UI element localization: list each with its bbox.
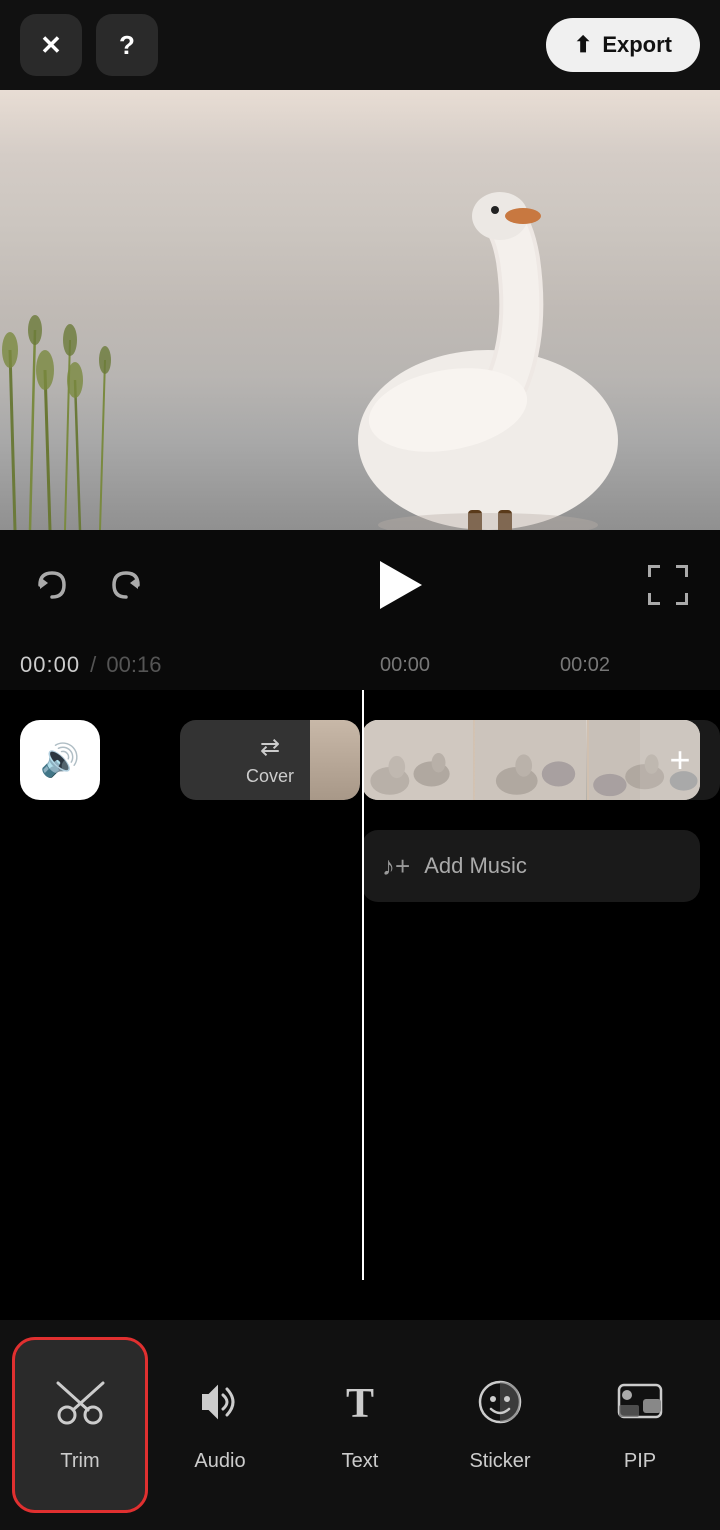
controls-area	[0, 530, 720, 640]
redo-icon	[104, 563, 148, 607]
swan-svg	[328, 180, 648, 530]
undo-redo-group	[30, 563, 148, 607]
toolbar-trim-button[interactable]: Trim	[15, 1340, 145, 1510]
sticker-icon	[475, 1377, 525, 1438]
fullscreen-button[interactable]	[646, 563, 690, 607]
top-bar: ✕ ? ⬆ Export	[0, 0, 720, 90]
fullscreen-icon	[648, 565, 688, 605]
export-label: Export	[602, 32, 672, 58]
marker-0: 00:00	[360, 654, 450, 677]
redo-button[interactable]	[104, 563, 148, 607]
time-bar: 00:00 / 00:16 00:00 00:02	[0, 640, 720, 690]
undo-icon	[30, 563, 74, 607]
strip-frame-1	[362, 720, 473, 800]
add-music-button[interactable]: ♪+ Add Music	[362, 830, 700, 902]
cover-label: Cover	[246, 766, 294, 787]
swan-scene	[0, 90, 720, 530]
pip-icon	[615, 1377, 665, 1438]
timeline-area: 🔊 ⇄ Cover	[0, 690, 720, 1280]
close-button[interactable]: ✕	[20, 14, 82, 76]
undo-button[interactable]	[30, 563, 74, 607]
svg-text:T: T	[346, 1381, 374, 1427]
trim-label: Trim	[60, 1450, 99, 1473]
toolbar-sticker-button[interactable]: Sticker	[435, 1340, 565, 1510]
trim-icon	[55, 1377, 105, 1438]
help-button[interactable]: ?	[96, 14, 158, 76]
sticker-label: Sticker	[469, 1450, 530, 1473]
text-label: Text	[342, 1450, 379, 1473]
top-bar-left: ✕ ?	[20, 14, 158, 76]
add-music-label: Add Music	[424, 853, 527, 879]
audio-icon	[195, 1377, 245, 1438]
time-divider: /	[84, 652, 102, 678]
play-button[interactable]	[362, 550, 432, 620]
text-icon: T	[335, 1377, 385, 1438]
cover-thumbnail	[310, 720, 360, 800]
bottom-toolbar: Trim Audio T Text	[0, 1320, 720, 1530]
pip-label: PIP	[624, 1450, 656, 1473]
current-time: 00:00	[20, 652, 80, 678]
reeds-decoration	[0, 270, 130, 530]
marker-2: 00:02	[540, 654, 630, 677]
timeline-markers: 00:00 00:02	[360, 654, 720, 677]
audio-volume-button[interactable]: 🔊	[20, 720, 100, 800]
toolbar-pip-button[interactable]: PIP	[575, 1340, 705, 1510]
music-note-icon: ♪+	[382, 851, 410, 882]
toolbar-audio-button[interactable]: Audio	[155, 1340, 285, 1510]
play-icon	[380, 561, 422, 609]
video-preview	[0, 90, 720, 530]
toolbar-text-button[interactable]: T Text	[295, 1340, 425, 1510]
strip-frame-2	[475, 720, 586, 800]
total-time: 00:16	[106, 652, 161, 678]
marker-3	[630, 654, 720, 677]
export-button[interactable]: ⬆ Export	[546, 18, 700, 72]
export-icon: ⬆	[574, 32, 592, 58]
cover-clip[interactable]: ⇄ Cover	[180, 720, 360, 800]
volume-icon: 🔊	[40, 741, 80, 779]
add-clip-button[interactable]: +	[640, 720, 720, 800]
audio-label: Audio	[194, 1450, 245, 1473]
marker-1	[450, 654, 540, 677]
playhead-line	[362, 690, 364, 1280]
transition-icon: ⇄	[260, 733, 280, 762]
